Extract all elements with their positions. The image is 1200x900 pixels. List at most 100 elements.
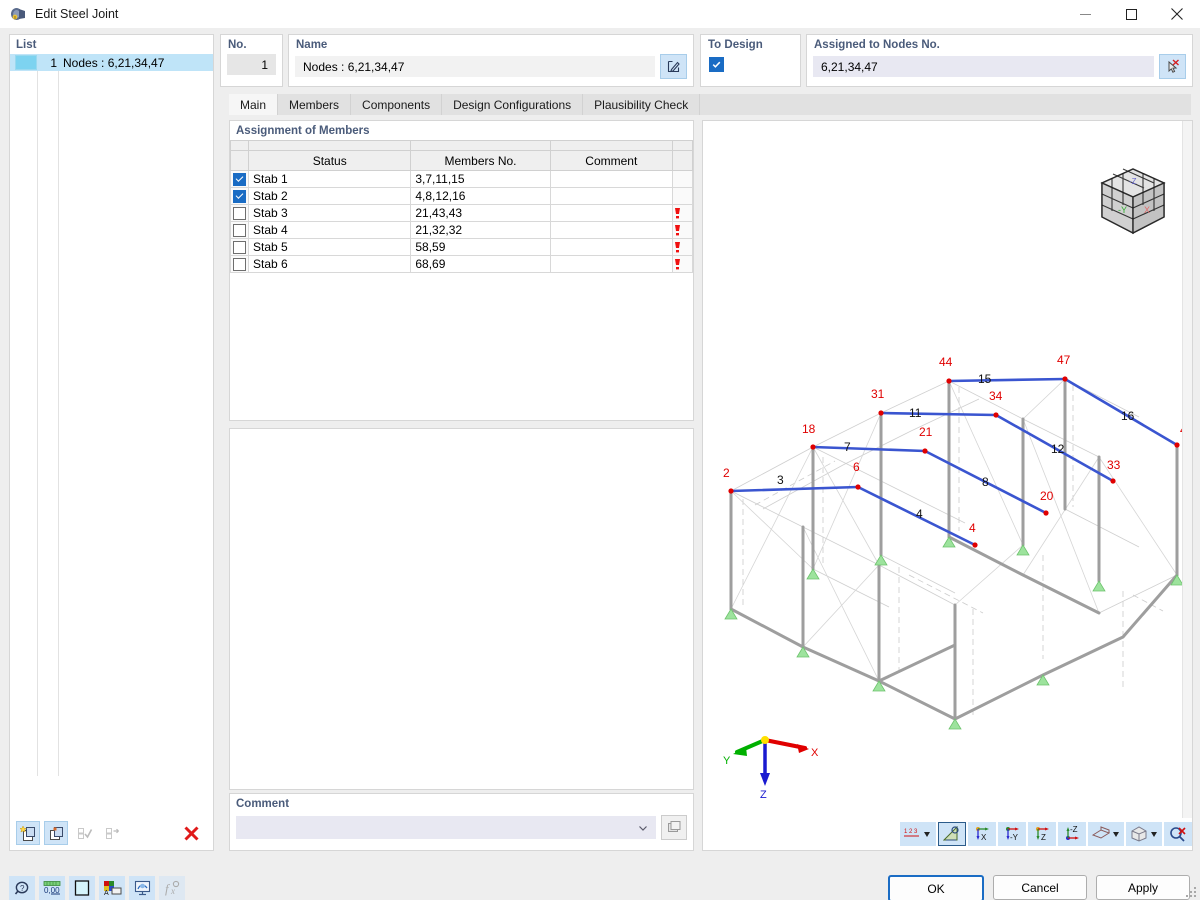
node-label: 21 [919,425,932,439]
toggle-check-button[interactable] [100,821,124,845]
member-label: 12 [1051,442,1064,456]
model-viewport[interactable]: -Y X -Z [702,120,1193,851]
row-checkbox-cell[interactable] [231,222,249,239]
check-all-button[interactable] [72,821,96,845]
help-button[interactable]: ? [9,876,35,900]
tab-plausibility-check[interactable]: Plausibility Check [583,94,700,115]
assigned-nodes-pick-button[interactable] [1159,54,1186,79]
name-field-value[interactable]: Nodes : 6,21,34,47 [295,56,655,77]
member-label: 16 [1121,409,1134,423]
delete-item-button[interactable] [179,821,203,845]
minimize-button[interactable] [1062,0,1108,28]
node-label: 20 [1040,489,1053,503]
row-comment [550,256,672,273]
new-item-button[interactable] [16,821,40,845]
row-checkbox-cell[interactable] [231,205,249,222]
numbering-button[interactable]: 1 2 3 [900,822,936,846]
no-field-value[interactable]: 1 [227,54,276,75]
svg-text:-Z: -Z [1129,177,1137,186]
tab-design-configurations[interactable]: Design Configurations [442,94,583,115]
list-rows: 1 Nodes : 6,21,34,47 [10,54,213,816]
row-comment [550,205,672,222]
row-checkbox[interactable] [233,207,246,220]
comment-library-button[interactable] [661,815,687,840]
row-warning-cell [672,188,692,205]
function-button[interactable]: f x [159,876,185,900]
member-label: 7 [844,440,851,454]
zoom-reset-button[interactable] [1164,822,1192,846]
view-negy-button[interactable]: -Y [998,822,1026,846]
view-cube-icon[interactable]: -Y X -Z [1094,163,1172,239]
chevron-down-icon[interactable] [637,822,649,834]
row-warning-cell [672,222,692,239]
member-label: 4 [916,507,923,521]
duplicate-item-button[interactable] [44,821,68,845]
row-checkbox-cell[interactable] [231,256,249,273]
row-comment [550,188,672,205]
row-status: Stab 6 [249,256,411,273]
table-row[interactable]: Stab 6 68,69 [231,256,693,273]
tab-components[interactable]: Components [351,94,442,115]
comment-input[interactable] [236,816,656,839]
assigned-nodes-box: Assigned to Nodes No. 6,21,34,47 [806,34,1193,87]
ok-button[interactable]: OK [888,875,984,900]
row-checkbox[interactable] [233,173,246,186]
label-settings-button[interactable]: A [99,876,125,900]
assigned-nodes-value[interactable]: 6,21,34,47 [813,56,1154,77]
row-checkbox[interactable] [233,258,246,271]
warning-icon [673,224,692,236]
close-button[interactable] [1154,0,1200,28]
row-status: Stab 3 [249,205,411,222]
maximize-button[interactable] [1108,0,1154,28]
table-row[interactable]: Stab 5 58,59 [231,239,693,256]
box-view-button[interactable] [1126,822,1162,846]
table-row[interactable]: Stab 1 3,7,11,15 [231,171,693,188]
pick-cursor-icon [1165,59,1180,74]
col-comment: Comment [550,151,672,171]
view-x-button[interactable]: X [968,822,996,846]
dialog-body: List 1 Nodes : 6,21,34,47 [0,28,1200,873]
row-checkbox-cell[interactable] [231,171,249,188]
row-members-no: 21,32,32 [411,222,550,239]
row-checkbox[interactable] [233,224,246,237]
row-checkbox[interactable] [233,241,246,254]
member-label: 8 [982,475,989,489]
view-z-button[interactable]: Z [1028,822,1056,846]
color-swatch-button[interactable] [69,876,95,900]
status-toolbar: ? 0,00 A [9,876,185,900]
list-item[interactable]: 1 Nodes : 6,21,34,47 [10,54,213,71]
table-row[interactable]: Stab 4 21,32,32 [231,222,693,239]
tab-members[interactable]: Members [278,94,351,115]
list-item-color-swatch[interactable] [15,55,37,70]
viewport-scrollbar[interactable] [1182,121,1192,818]
row-status: Stab 1 [249,171,411,188]
row-checkbox-cell[interactable] [231,188,249,205]
row-checkbox[interactable] [233,190,246,203]
cancel-button[interactable]: Cancel [993,875,1087,900]
apply-button[interactable]: Apply [1096,875,1190,900]
display-settings-button[interactable] [129,876,155,900]
comment-label: Comment [230,794,693,813]
member-label: 15 [978,372,991,386]
row-warning-cell [672,239,692,256]
row-members-no: 4,8,12,16 [411,188,550,205]
table-row[interactable]: Stab 3 21,43,43 [231,205,693,222]
view-cube[interactable]: -Y X -Z [1094,163,1172,239]
structure-drawing [703,359,1192,779]
no-field-box: No. 1 [220,34,283,87]
node-label: 44 [939,355,952,369]
perspective-button[interactable] [1088,822,1124,846]
name-edit-button[interactable] [660,54,687,79]
steel-joint-icon [9,5,27,23]
svg-text:-Y: -Y [1010,833,1019,842]
viewport-toolbar: 1 2 3 [703,818,1193,850]
decimal-places-button[interactable]: 0,00 [39,876,65,900]
resize-grip[interactable] [1186,887,1197,898]
tab-main[interactable]: Main [229,94,278,115]
assignment-of-members-title: Assignment of Members [230,121,693,140]
row-checkbox-cell[interactable] [231,239,249,256]
table-row[interactable]: Stab 2 4,8,12,16 [231,188,693,205]
render-mode-button[interactable] [938,822,966,846]
view-negz-button[interactable]: -Z [1058,822,1086,846]
to-design-checkbox[interactable] [709,57,724,72]
